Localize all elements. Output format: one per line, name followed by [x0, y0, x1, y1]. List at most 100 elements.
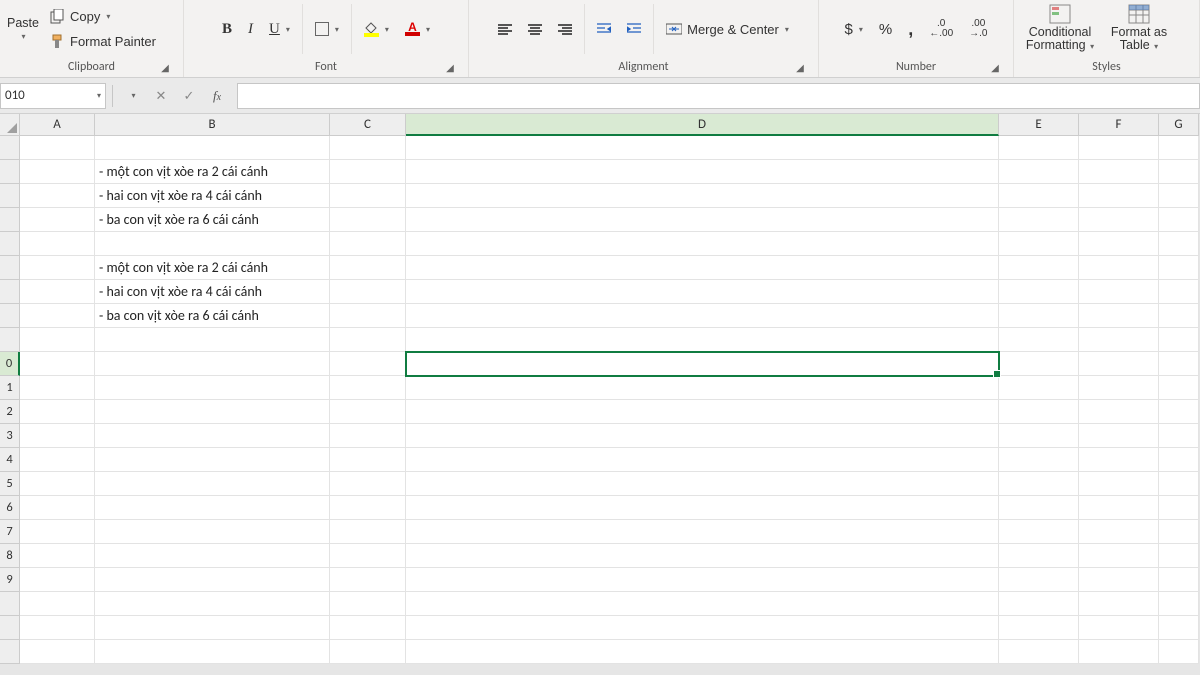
cell-G12[interactable]	[1159, 400, 1199, 424]
cell-B16[interactable]	[95, 496, 330, 520]
cell-E22[interactable]	[999, 640, 1079, 664]
cell-G19[interactable]	[1159, 568, 1199, 592]
cell-D22[interactable]	[406, 640, 999, 664]
cell-C13[interactable]	[330, 424, 406, 448]
cell-D14[interactable]	[406, 448, 999, 472]
cell-C12[interactable]	[330, 400, 406, 424]
align-right-button[interactable]	[552, 17, 578, 41]
cell-C16[interactable]	[330, 496, 406, 520]
cell-A10[interactable]	[20, 352, 95, 376]
cell-F17[interactable]	[1079, 520, 1159, 544]
col-header-F[interactable]: F	[1079, 114, 1159, 136]
select-all-corner[interactable]	[0, 114, 20, 136]
cell-G5[interactable]	[1159, 232, 1199, 256]
dialog-launcher-icon[interactable]: ◢	[444, 61, 456, 73]
row-header[interactable]: 5	[0, 472, 20, 496]
cell-G1[interactable]	[1159, 136, 1199, 160]
cell-E16[interactable]	[999, 496, 1079, 520]
cell-F4[interactable]	[1079, 208, 1159, 232]
cell-B19[interactable]	[95, 568, 330, 592]
cell-G6[interactable]	[1159, 256, 1199, 280]
cell-A20[interactable]	[20, 592, 95, 616]
cell-D3[interactable]	[406, 184, 999, 208]
cell-G15[interactable]	[1159, 472, 1199, 496]
cell-A5[interactable]	[20, 232, 95, 256]
cell-B2[interactable]: - một con vịt xòe ra 2 cái cánh	[95, 160, 330, 184]
cell-C8[interactable]	[330, 304, 406, 328]
row-header[interactable]	[0, 232, 20, 256]
cell-G20[interactable]	[1159, 592, 1199, 616]
borders-button[interactable]: ▾	[309, 17, 345, 41]
row-header[interactable]	[0, 280, 20, 304]
cell-F14[interactable]	[1079, 448, 1159, 472]
decrease-indent-button[interactable]	[591, 17, 617, 41]
cell-E21[interactable]	[999, 616, 1079, 640]
cell-E7[interactable]	[999, 280, 1079, 304]
increase-decimal-button[interactable]: .0←.00	[923, 17, 959, 41]
cell-C3[interactable]	[330, 184, 406, 208]
cell-F21[interactable]	[1079, 616, 1159, 640]
col-header-G[interactable]: G	[1159, 114, 1199, 136]
cell-D5[interactable]	[406, 232, 999, 256]
cell-D2[interactable]	[406, 160, 999, 184]
cell-E11[interactable]	[999, 376, 1079, 400]
cell-A2[interactable]	[20, 160, 95, 184]
row-header[interactable]	[0, 328, 20, 352]
cell-E20[interactable]	[999, 592, 1079, 616]
cell-B13[interactable]	[95, 424, 330, 448]
dialog-launcher-icon[interactable]: ◢	[794, 61, 806, 73]
cell-E2[interactable]	[999, 160, 1079, 184]
cell-A17[interactable]	[20, 520, 95, 544]
cell-D6[interactable]	[406, 256, 999, 280]
cell-E17[interactable]	[999, 520, 1079, 544]
cell-B18[interactable]	[95, 544, 330, 568]
cell-F1[interactable]	[1079, 136, 1159, 160]
cell-E18[interactable]	[999, 544, 1079, 568]
row-header[interactable]	[0, 136, 20, 160]
dropdown-button[interactable]: ▾	[119, 83, 147, 109]
cell-F10[interactable]	[1079, 352, 1159, 376]
cell-A14[interactable]	[20, 448, 95, 472]
cell-F15[interactable]	[1079, 472, 1159, 496]
cell-D15[interactable]	[406, 472, 999, 496]
cell-C18[interactable]	[330, 544, 406, 568]
cell-E3[interactable]	[999, 184, 1079, 208]
cell-B4[interactable]: - ba con vịt xòe ra 6 cái cánh	[95, 208, 330, 232]
fill-color-button[interactable]: ▾	[358, 17, 395, 41]
cell-A3[interactable]	[20, 184, 95, 208]
cell-C1[interactable]	[330, 136, 406, 160]
row-header[interactable]: 8	[0, 544, 20, 568]
cell-A4[interactable]	[20, 208, 95, 232]
cell-B12[interactable]	[95, 400, 330, 424]
cell-B20[interactable]	[95, 592, 330, 616]
cell-G2[interactable]	[1159, 160, 1199, 184]
cell-G16[interactable]	[1159, 496, 1199, 520]
row-header[interactable]: 3	[0, 424, 20, 448]
cell-G21[interactable]	[1159, 616, 1199, 640]
cancel-formula-button[interactable]: ✕	[147, 83, 175, 109]
cell-A9[interactable]	[20, 328, 95, 352]
cell-A18[interactable]	[20, 544, 95, 568]
cell-A21[interactable]	[20, 616, 95, 640]
cell-F2[interactable]	[1079, 160, 1159, 184]
cell-D18[interactable]	[406, 544, 999, 568]
cell-D9[interactable]	[406, 328, 999, 352]
row-header[interactable]	[0, 256, 20, 280]
italic-button[interactable]: I	[242, 17, 259, 41]
cell-C22[interactable]	[330, 640, 406, 664]
cell-G14[interactable]	[1159, 448, 1199, 472]
cell-F8[interactable]	[1079, 304, 1159, 328]
paste-button[interactable]: Paste ▾	[6, 16, 40, 42]
row-header[interactable]: 6	[0, 496, 20, 520]
cell-B11[interactable]	[95, 376, 330, 400]
cell-G11[interactable]	[1159, 376, 1199, 400]
cell-C20[interactable]	[330, 592, 406, 616]
cell-E1[interactable]	[999, 136, 1079, 160]
cell-D12[interactable]	[406, 400, 999, 424]
copy-button[interactable]: Copy ▾	[44, 5, 162, 29]
col-header-A[interactable]: A	[20, 114, 95, 136]
cell-B5[interactable]	[95, 232, 330, 256]
cell-D16[interactable]	[406, 496, 999, 520]
cell-A7[interactable]	[20, 280, 95, 304]
cell-C2[interactable]	[330, 160, 406, 184]
